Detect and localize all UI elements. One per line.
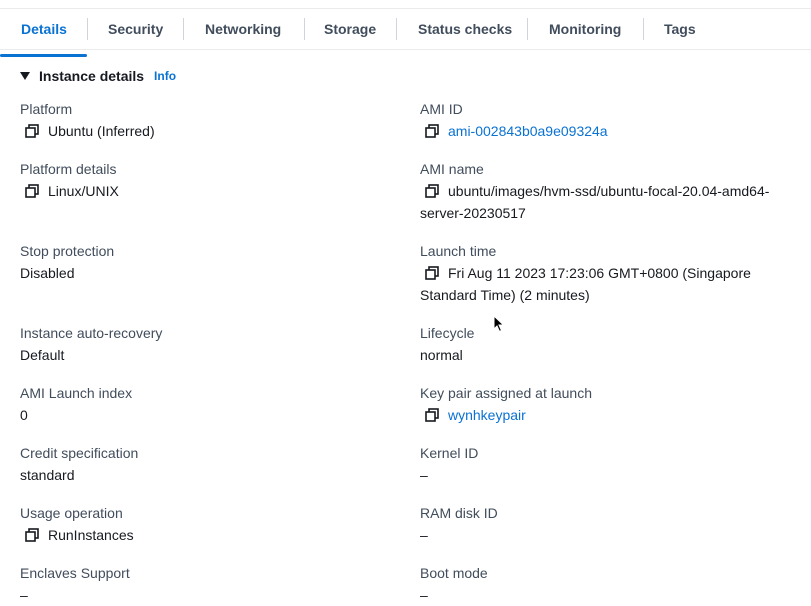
tab-divider — [304, 18, 305, 40]
info-link[interactable]: Info — [154, 69, 176, 83]
section-title: Instance details — [39, 68, 145, 84]
platform-details-label: Platform details — [20, 161, 117, 177]
caret-down-icon[interactable] — [20, 72, 30, 80]
tab-storage[interactable]: Storage — [324, 9, 376, 49]
lifecycle-value: normal — [420, 347, 463, 363]
ami-launch-index-label: AMI Launch index — [20, 385, 133, 401]
copy-icon[interactable] — [25, 184, 39, 198]
key-pair-label: Key pair assigned at launch — [420, 385, 592, 401]
active-tab-indicator — [0, 54, 87, 57]
ami-id-link[interactable]: ami-002843b0a9e09324a — [448, 120, 608, 142]
credit-specification-value: standard — [20, 467, 75, 483]
auto-recovery-label: Instance auto-recovery — [20, 325, 163, 341]
kernel-id-label: Kernel ID — [420, 445, 479, 461]
platform-label: Platform — [20, 101, 73, 117]
ami-id-label: AMI ID — [420, 101, 463, 117]
tab-divider — [87, 18, 88, 40]
copy-icon[interactable] — [425, 124, 439, 138]
tab-divider — [643, 18, 644, 40]
copy-icon[interactable] — [25, 124, 39, 138]
tab-status-checks[interactable]: Status checks — [418, 9, 512, 49]
tab-networking[interactable]: Networking — [205, 9, 281, 49]
tab-divider — [527, 18, 528, 40]
ami-launch-index-value: 0 — [20, 407, 28, 423]
ami-name-value-line1: ubuntu/images/hvm-ssd/ubuntu-focal-20.04… — [448, 183, 770, 199]
launch-time-value-line2: Standard Time) (2 minutes) — [420, 287, 590, 303]
usage-operation-label: Usage operation — [20, 505, 123, 521]
tab-divider — [396, 18, 397, 40]
auto-recovery-value: Default — [20, 347, 65, 363]
copy-icon[interactable] — [25, 528, 39, 542]
ram-disk-id-label: RAM disk ID — [420, 505, 498, 521]
platform-value: Ubuntu (Inferred) — [48, 123, 155, 139]
tab-details[interactable]: Details — [21, 9, 67, 49]
platform-details-value: Linux/UNIX — [48, 183, 119, 199]
copy-icon[interactable] — [425, 266, 439, 280]
enclaves-support-label: Enclaves Support — [20, 565, 130, 581]
instance-details-header[interactable]: Instance details Info — [20, 66, 176, 86]
tab-divider — [183, 18, 184, 40]
credit-specification-label: Credit specification — [20, 445, 139, 461]
tab-security[interactable]: Security — [108, 9, 163, 49]
usage-operation-value: RunInstances — [48, 527, 134, 543]
ram-disk-id-value: – — [420, 527, 428, 543]
lifecycle-label: Lifecycle — [420, 325, 475, 341]
key-pair-link[interactable]: wynhkeypair — [448, 404, 526, 426]
boot-mode-value: – — [420, 587, 428, 603]
tab-bar: Details Security Networking Storage Stat… — [0, 9, 811, 57]
copy-icon[interactable] — [425, 408, 439, 422]
ami-name-value-line2: server-20230517 — [420, 205, 526, 221]
stop-protection-label: Stop protection — [20, 243, 115, 259]
launch-time-value-line1: Fri Aug 11 2023 17:23:06 GMT+0800 (Singa… — [448, 265, 751, 281]
launch-time-label: Launch time — [420, 243, 497, 259]
kernel-id-value: – — [420, 467, 428, 483]
stop-protection-value: Disabled — [20, 265, 75, 281]
tab-monitoring[interactable]: Monitoring — [549, 9, 621, 49]
mouse-pointer-icon — [493, 315, 505, 333]
enclaves-support-value: – — [20, 587, 28, 603]
copy-icon[interactable] — [425, 184, 439, 198]
boot-mode-label: Boot mode — [420, 565, 488, 581]
ami-name-label: AMI name — [420, 161, 484, 177]
top-border — [0, 0, 811, 9]
tab-tags[interactable]: Tags — [664, 9, 696, 49]
